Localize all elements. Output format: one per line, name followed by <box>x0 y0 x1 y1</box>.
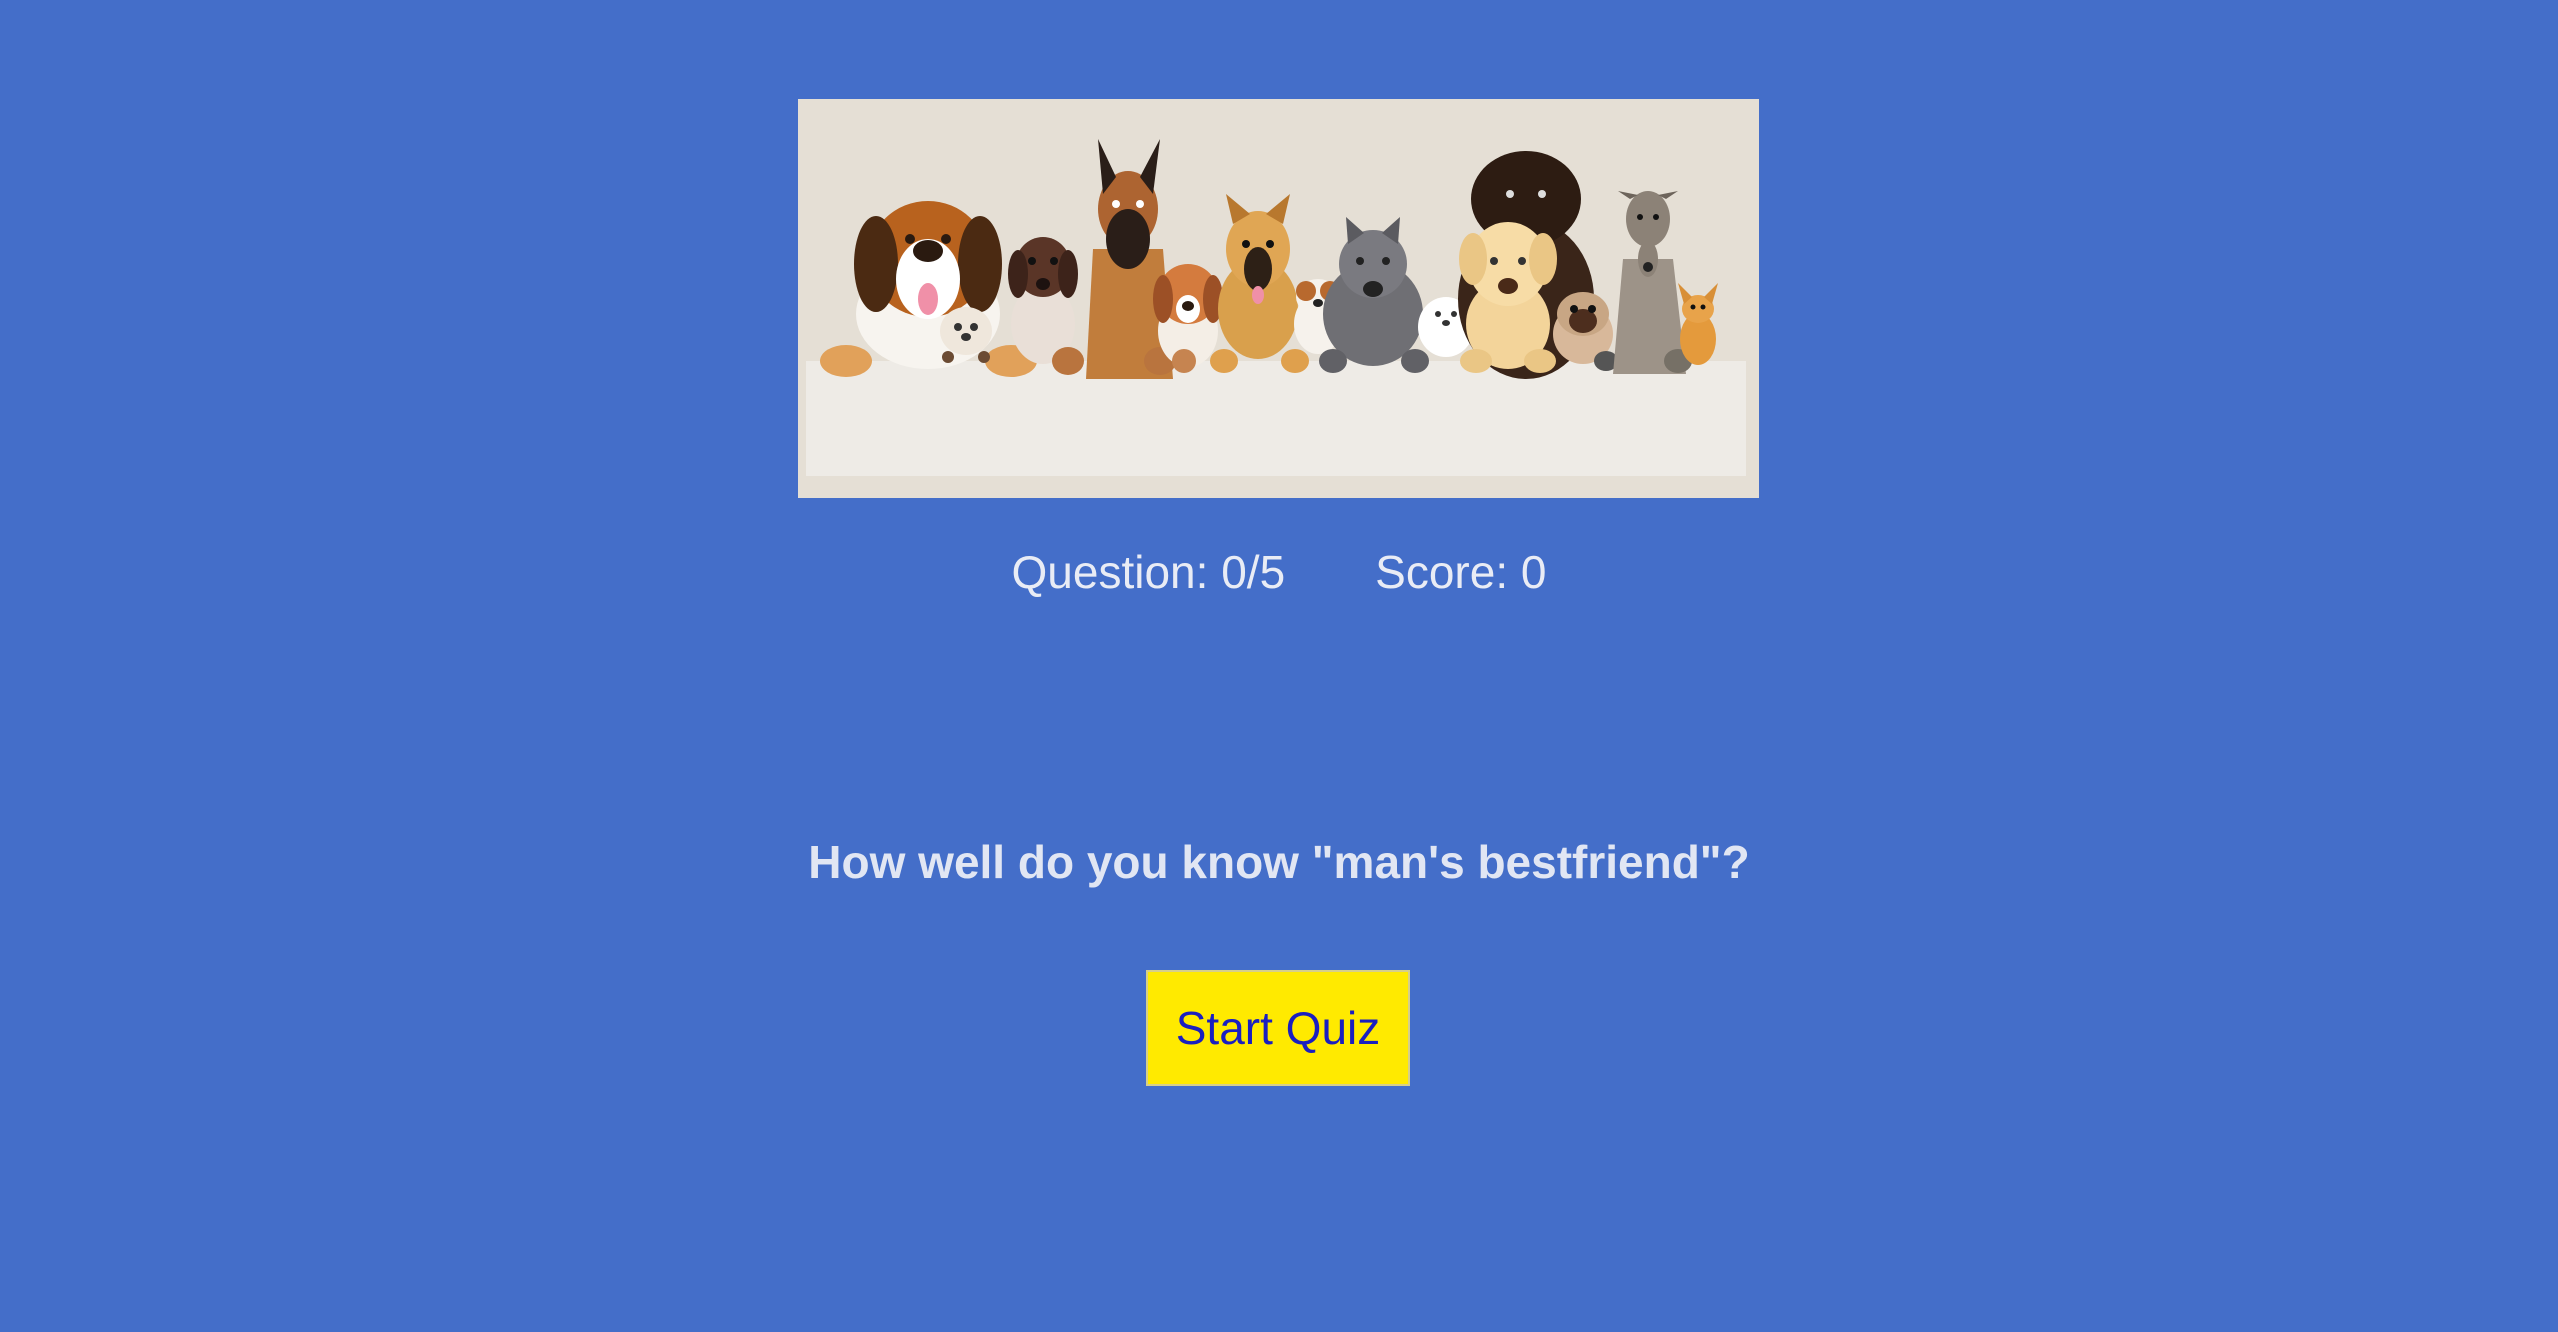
dog-banner-image <box>798 99 1759 498</box>
quiz-stats: Question: 0/5 Score: 0 <box>0 540 2558 604</box>
score-counter: Score: 0 <box>1375 546 1547 598</box>
question-counter: Question: 0/5 <box>1011 546 1286 598</box>
quiz-tagline: How well do you know "man's bestfriend"? <box>808 836 1750 888</box>
start-quiz-button[interactable]: Start Quiz <box>1146 970 1410 1086</box>
